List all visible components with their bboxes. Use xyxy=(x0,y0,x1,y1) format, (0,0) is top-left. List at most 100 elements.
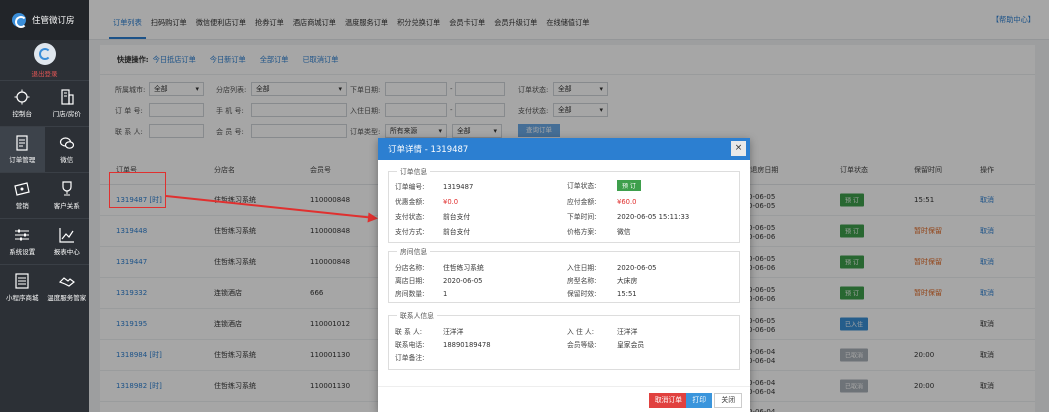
ticket-icon xyxy=(14,182,30,196)
guest-field: 入 住 人: 汪洋洋 xyxy=(567,326,637,336)
keep-time-field: 保留时效: 15:51 xyxy=(567,288,637,298)
field-key: 分店名称: xyxy=(395,264,425,272)
field-key: 入住日期: xyxy=(567,264,597,272)
sidebar-item-label: 门店/房价 xyxy=(52,110,81,118)
contact-info-section: 联系人信息 联 系 人: 汪洋洋 联系电话: 18890189478 订单备注: 入… xyxy=(388,310,740,370)
cancel-order-button[interactable]: 取消订单 xyxy=(648,393,688,408)
user-area: 退出登录 xyxy=(0,40,89,80)
sidebar-item-wechat[interactable]: 微信 xyxy=(45,127,90,172)
field-value: 15:51 xyxy=(617,290,637,298)
field-key: 保留时效: xyxy=(567,290,597,298)
order-time-field: 下单时间: 2020-06-05 15:11:33 xyxy=(567,211,689,221)
print-button[interactable]: 打印 xyxy=(686,393,712,408)
sidebar-item-crm[interactable]: 客户关系 xyxy=(45,173,90,218)
field-key: 订单编号: xyxy=(395,183,425,191)
field-key: 离店日期: xyxy=(395,277,425,285)
sidebar-item-reports[interactable]: 报表中心 xyxy=(45,219,90,264)
chart-icon xyxy=(59,228,74,243)
avatar[interactable] xyxy=(33,42,56,65)
sidebar-item-marketing[interactable]: 营销 xyxy=(0,173,45,218)
sidebar-item-dashboard[interactable]: 控制台 xyxy=(0,81,45,126)
document-icon xyxy=(16,135,28,151)
pay-status-field: 支付状态: 前台支付 xyxy=(395,211,470,221)
field-value: ¥60.0 xyxy=(617,198,637,206)
price-plan-field: 价格方案: 微信 xyxy=(567,226,631,236)
sliders-icon xyxy=(15,229,30,241)
sidebar-item-label: 小程序商城 xyxy=(6,294,39,302)
field-value: 2020-06-05 xyxy=(617,264,657,272)
field-key: 房间数量: xyxy=(395,290,425,298)
discount-field: 优惠金额: ¥0.0 xyxy=(395,196,458,206)
sidebar-item-stores[interactable]: 门店/房价 xyxy=(45,81,90,126)
pay-method-field: 支付方式: 前台支付 xyxy=(395,226,470,236)
modal-header: 订单详情 - 1319487 × xyxy=(378,138,750,160)
sidebar-row: 系统设置 报表中心 xyxy=(0,218,89,264)
field-key: 联 系 人: xyxy=(395,328,423,336)
section-legend: 房间信息 xyxy=(397,246,431,256)
sidebar-item-orders[interactable]: 订单管理 xyxy=(0,127,45,172)
sidebar-item-label: 控制台 xyxy=(12,110,33,118)
field-key: 支付状态: xyxy=(395,213,425,221)
member-level-field: 会员等级: 皇家会员 xyxy=(567,339,644,349)
modal-title: 订单详情 - 1319487 xyxy=(388,145,469,155)
app-logo[interactable]: 住管微订房 xyxy=(0,0,89,40)
handshake-icon xyxy=(58,277,75,287)
sidebar-item-label: 系统设置 xyxy=(9,248,36,256)
close-button[interactable]: 关闭 xyxy=(714,393,742,408)
field-key: 价格方案: xyxy=(567,228,597,236)
field-value: 1 xyxy=(443,290,448,298)
field-value: 汪洋洋 xyxy=(443,328,464,336)
sidebar-item-temp-service[interactable]: 温度服务管家 xyxy=(45,265,90,310)
field-value: 2020-06-05 15:11:33 xyxy=(617,213,690,221)
app-logo-text: 住管微订房 xyxy=(32,16,75,26)
phone-field: 联系电话: 18890189478 xyxy=(395,339,491,349)
order-detail-modal: 订单详情 - 1319487 × 订单信息 订单编号: 1319487 优惠金额:… xyxy=(378,138,750,412)
field-value: 18890189478 xyxy=(443,341,491,349)
sidebar: 住管微订房 退出登录 控制台 门店/房价 订单管理 微信 营销 客户关系 系统设… xyxy=(0,0,89,412)
sidebar-item-label: 微信 xyxy=(60,156,74,164)
building-icon xyxy=(61,89,74,105)
field-key: 优惠金额: xyxy=(395,198,425,206)
field-value: 微信 xyxy=(617,228,631,236)
section-legend: 联系人信息 xyxy=(397,310,437,320)
field-value: 1319487 xyxy=(443,183,474,191)
sidebar-row: 控制台 门店/房价 xyxy=(0,80,89,126)
sidebar-item-settings[interactable]: 系统设置 xyxy=(0,219,45,264)
room-info-section: 房间信息 分店名称: 住哲练习系统 离店日期: 2020-06-05 房间数量: 1 … xyxy=(388,246,740,303)
order-info-section: 订单信息 订单编号: 1319487 优惠金额: ¥0.0 支付状态: 前台支付 支付… xyxy=(388,166,740,243)
leave-date-field: 离店日期: 2020-06-05 xyxy=(395,275,483,285)
field-value: 大床房 xyxy=(617,277,638,285)
remark-field: 订单备注: xyxy=(395,352,429,362)
sidebar-item-label: 温度服务管家 xyxy=(47,294,87,302)
trophy-icon xyxy=(62,181,72,196)
field-key: 联系电话: xyxy=(395,341,425,349)
checkin-date-field: 入住日期: 2020-06-05 xyxy=(567,262,657,272)
branch-field: 分店名称: 住哲练习系统 xyxy=(395,262,484,272)
sidebar-row: 小程序商城 温度服务管家 xyxy=(0,264,89,310)
sidebar-item-label: 营销 xyxy=(15,202,29,210)
room-type-field: 房型名称: 大床房 xyxy=(567,275,637,285)
field-value: 前台支付 xyxy=(443,228,471,236)
section-legend: 订单信息 xyxy=(397,166,431,176)
arrow-head-icon xyxy=(367,212,379,224)
close-icon[interactable]: × xyxy=(731,141,746,156)
field-value: 住哲练习系统 xyxy=(443,264,484,272)
field-value: ¥0.0 xyxy=(443,198,459,206)
logout-link[interactable]: 退出登录 xyxy=(32,68,58,78)
field-key: 房型名称: xyxy=(567,277,597,285)
status-badge: 预 订 xyxy=(617,180,641,191)
field-value: 2020-06-05 xyxy=(443,277,483,285)
room-count-field: 房间数量: 1 xyxy=(395,288,447,298)
field-key: 支付方式: xyxy=(395,228,425,236)
dashboard-icon xyxy=(14,89,30,105)
sidebar-row: 营销 客户关系 xyxy=(0,172,89,218)
order-status-field: 订单状态: 预 订 xyxy=(567,180,641,191)
wechat-icon xyxy=(59,137,74,149)
field-value: 皇家会员 xyxy=(617,341,645,349)
payable-field: 应付金额: ¥60.0 xyxy=(567,196,636,206)
sidebar-row: 订单管理 微信 xyxy=(0,126,89,172)
field-key: 订单状态: xyxy=(567,182,597,190)
list-icon xyxy=(15,273,29,289)
sidebar-item-mini-mall[interactable]: 小程序商城 xyxy=(0,265,45,310)
field-key: 下单时间: xyxy=(567,213,597,221)
